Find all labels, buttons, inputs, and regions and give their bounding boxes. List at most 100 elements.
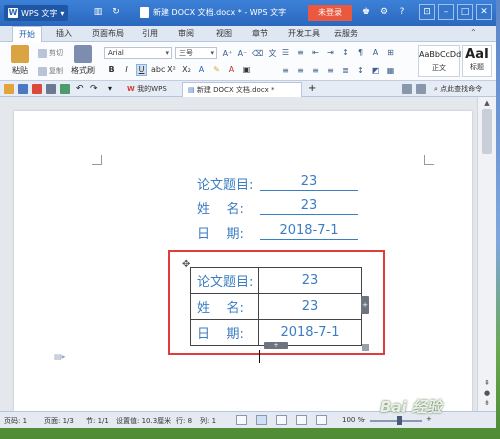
align-right-icon[interactable]: ≡ — [310, 65, 321, 76]
show-marks-icon[interactable]: ¶ — [355, 47, 366, 58]
chinese-layout-icon[interactable]: A — [370, 47, 381, 58]
doc-tab-current[interactable]: ▤ 新建 DOCX 文档.docx * — [182, 82, 302, 97]
skin-icon[interactable]: ♚ — [360, 6, 372, 18]
scroll-up-icon[interactable]: ▲ — [482, 99, 492, 107]
status-page-count[interactable]: 页面: 1/3 — [44, 416, 74, 426]
print-icon[interactable] — [46, 84, 56, 94]
field-value-date[interactable]: 2018-7-1 — [260, 223, 358, 240]
zoom-slider-knob[interactable] — [397, 416, 402, 425]
bold-icon[interactable]: B — [106, 64, 117, 76]
bullets-icon[interactable]: ☰ — [280, 47, 291, 58]
table-cell-label[interactable]: 姓 名: — [190, 293, 259, 320]
para-borders-icon[interactable]: ▦ — [385, 65, 396, 76]
borders-icon[interactable]: ⊞ — [385, 47, 396, 58]
superscript-icon[interactable]: X² — [166, 64, 177, 76]
font-name-select[interactable]: Arial — [104, 47, 172, 59]
login-button[interactable]: 未登录 — [308, 5, 352, 21]
tab-review[interactable]: 审阅 — [178, 28, 194, 39]
justify-icon[interactable]: ≡ — [325, 65, 336, 76]
tab-developer[interactable]: 开发工具 — [288, 28, 320, 39]
scroll-thumb[interactable] — [482, 109, 492, 154]
close-icon[interactable]: ✕ — [476, 4, 492, 20]
add-column-handle[interactable]: + — [361, 296, 369, 314]
shading-icon[interactable]: ◩ — [370, 65, 381, 76]
text-effect-icon[interactable]: A — [196, 64, 207, 76]
strikethrough-icon[interactable]: abc — [151, 64, 165, 76]
highlight-icon[interactable]: ✎ — [211, 64, 222, 76]
tab-page-layout[interactable]: 页面布局 — [92, 28, 124, 39]
table-cell-label[interactable]: 论文题目: — [190, 267, 259, 294]
status-col[interactable]: 列: 1 — [200, 416, 216, 426]
style-heading[interactable]: AaI 标题 — [462, 45, 492, 77]
prev-page-icon[interactable]: ⇞ — [482, 379, 492, 387]
format-painter-button[interactable]: 格式刷 — [68, 45, 98, 76]
cut-button[interactable]: 剪切 — [38, 48, 63, 58]
clear-format-icon[interactable]: ⌫ — [252, 48, 263, 59]
copy-button[interactable]: 复制 — [38, 66, 63, 76]
indent-icon[interactable]: ⇥ — [325, 47, 336, 58]
grow-font-icon[interactable]: A⁺ — [222, 48, 233, 59]
undo-icon[interactable]: ↶ — [76, 84, 86, 94]
customize-dropdown-icon[interactable]: ▾ — [108, 84, 118, 94]
open-icon[interactable] — [4, 84, 14, 94]
table-cell-value[interactable]: 23 — [258, 293, 362, 320]
vertical-scrollbar[interactable]: ▲ ⇞ ● ⇟ — [477, 97, 496, 411]
table-cell-value[interactable]: 23 — [258, 267, 362, 294]
status-row[interactable]: 行: 8 — [176, 416, 192, 426]
help-icon[interactable]: ? — [396, 6, 408, 18]
status-position[interactable]: 设置值: 10.3厘米 — [116, 416, 171, 426]
table-resize-handle[interactable] — [362, 344, 369, 351]
char-border-icon[interactable]: ▣ — [241, 64, 252, 76]
paste-button[interactable]: 粘贴 — [6, 45, 34, 76]
page-view-icon[interactable] — [256, 415, 267, 425]
numbering-icon[interactable]: ≡ — [295, 47, 306, 58]
align-left-icon[interactable]: ≡ — [280, 65, 291, 76]
italic-icon[interactable]: I — [121, 64, 132, 76]
maximize-icon[interactable]: □ — [457, 4, 473, 20]
outline-view-icon[interactable] — [276, 415, 287, 425]
tab-references[interactable]: 引用 — [142, 28, 158, 39]
next-page-icon[interactable]: ⇟ — [482, 399, 492, 407]
status-page-num[interactable]: 页码: 1 — [4, 416, 27, 426]
tab-menu-icon[interactable] — [416, 84, 426, 94]
arrange-icon[interactable]: ▥ — [92, 6, 104, 18]
line-spacing-icon[interactable]: ↕ — [355, 65, 366, 76]
minimize-icon[interactable]: – — [438, 4, 454, 20]
font-color-icon[interactable]: A — [226, 64, 237, 76]
status-section[interactable]: 节: 1/1 — [86, 416, 109, 426]
print-preview-icon[interactable] — [60, 84, 70, 94]
web-view-icon[interactable] — [316, 415, 327, 425]
ribbon-collapse-icon[interactable]: ⌃ — [470, 28, 477, 37]
read-view-icon[interactable] — [296, 415, 307, 425]
subscript-icon[interactable]: X₂ — [181, 64, 192, 76]
shrink-font-icon[interactable]: A⁻ — [237, 48, 248, 59]
app-menu-button[interactable]: W WPS 文字 ▾ — [4, 5, 69, 21]
tab-view[interactable]: 视图 — [216, 28, 232, 39]
tab-section[interactable]: 章节 — [252, 28, 268, 39]
tab-insert[interactable]: 插入 — [56, 28, 72, 39]
tab-list-icon[interactable] — [402, 84, 412, 94]
doc-tab-my-wps[interactable]: W 我的WPS — [122, 82, 172, 97]
tab-home[interactable]: 开始 — [12, 26, 42, 42]
align-center-icon[interactable]: ≡ — [295, 65, 306, 76]
save-icon[interactable] — [18, 84, 28, 94]
outdent-icon[interactable]: ⇤ — [310, 47, 321, 58]
new-tab-icon[interactable]: + — [308, 84, 318, 94]
redo-icon[interactable]: ↷ — [90, 84, 100, 94]
style-normal[interactable]: AaBbCcDd 正文 — [418, 45, 461, 77]
float-window-icon[interactable]: ⊡ — [419, 4, 435, 20]
zoom-level[interactable]: 100 % — [342, 416, 364, 424]
refresh-icon[interactable]: ↻ — [110, 6, 122, 18]
sort-icon[interactable]: ↕ — [340, 47, 351, 58]
zoom-out-icon[interactable]: – — [362, 415, 366, 423]
field-value-name[interactable]: 23 — [260, 198, 358, 215]
table-cell-label[interactable]: 日 期: — [190, 319, 259, 346]
select-browse-icon[interactable]: ● — [482, 389, 492, 397]
underline-icon[interactable]: U — [136, 64, 147, 76]
tab-cloud[interactable]: 云服务 — [334, 28, 358, 39]
distribute-icon[interactable]: ≣ — [340, 65, 351, 76]
field-value-title[interactable]: 23 — [260, 174, 358, 191]
phonetic-icon[interactable]: 文 — [267, 48, 278, 59]
focus-mode-icon[interactable] — [236, 415, 247, 425]
command-search[interactable]: ⌕ 点此查找命令 — [434, 83, 492, 95]
